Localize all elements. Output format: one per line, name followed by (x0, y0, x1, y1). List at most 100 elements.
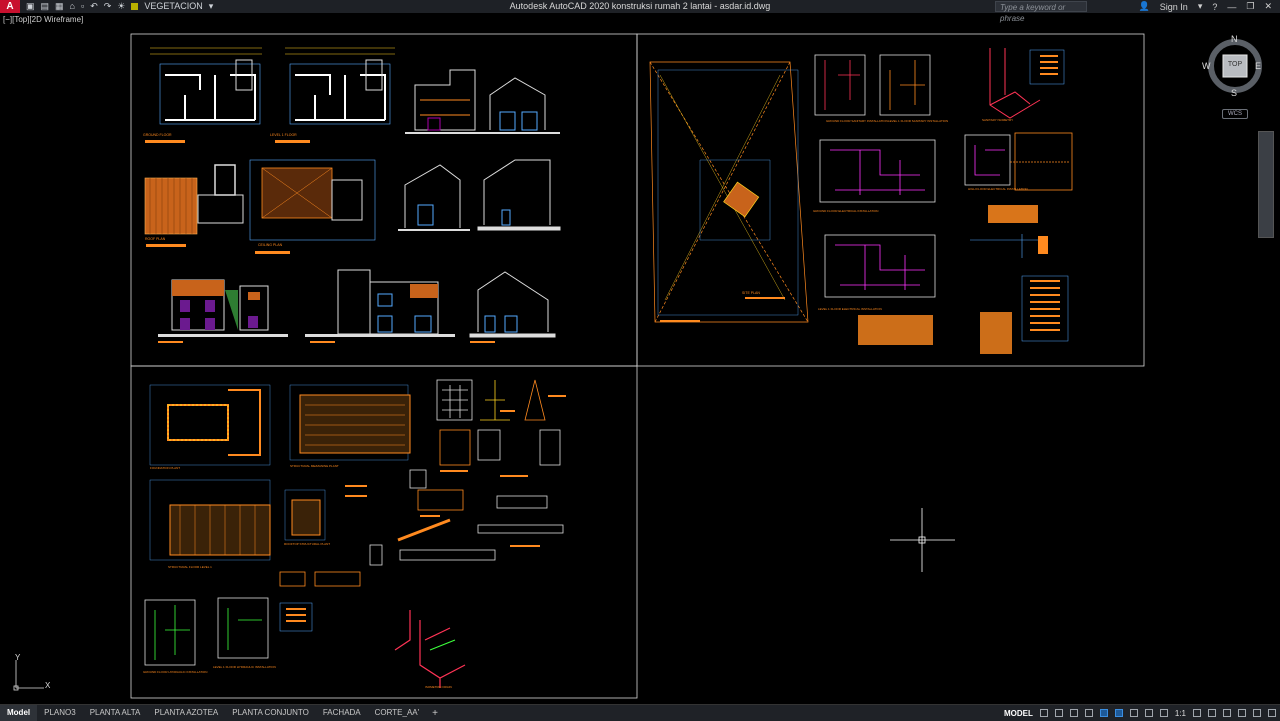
otrack-icon[interactable] (1114, 709, 1123, 717)
floor-plan-ground (159, 59, 261, 125)
isometric-drain (394, 610, 466, 688)
annotation-scale-value[interactable]: 1:1 (1175, 709, 1186, 718)
label-l1-hydraulic: LEVEL 1 FLOOR HYDRAULIC INSTALLATION (213, 665, 276, 669)
model-space-button[interactable]: MODEL (1004, 709, 1033, 718)
lineweight-icon[interactable] (1129, 709, 1138, 717)
clean-screen-icon[interactable] (1253, 709, 1261, 717)
quick-access-toolbar: ▣ ▤ ▦ ⌂ ▫ ↶ ↷ ☀ VEGETACION ▾ (20, 0, 213, 13)
floor-plan-level1 (289, 59, 391, 125)
search-input[interactable]: Type a keyword or phrase (995, 1, 1087, 23)
tab-planta-alta[interactable]: PLANTA ALTA (83, 705, 148, 721)
status-bar: Model PLANO3 PLANTA ALTA PLANTA AZOTEA P… (0, 704, 1280, 721)
label-hi-electrical: HIGH FLOOR ELECTRICAL INSTALLATION (968, 187, 1028, 191)
plus-icon[interactable] (1208, 709, 1216, 717)
ceiling-plan (249, 159, 376, 254)
viewcube[interactable]: N S E W TOP (1202, 34, 1264, 98)
new-icon[interactable]: ▣ (26, 0, 35, 13)
label-isometric-drain: ISOMETRIC DRAIN (425, 685, 452, 689)
rooftop-structural (284, 489, 326, 541)
polar-icon[interactable] (1084, 709, 1093, 717)
autocad-logo-button[interactable]: A (0, 0, 20, 13)
grid-icon[interactable] (1039, 709, 1048, 717)
navigation-bar[interactable] (1258, 131, 1274, 238)
tab-planta-azotea[interactable]: PLANTA AZOTEA (147, 705, 225, 721)
label-l1-electrical: LEVEL 1 FLOOR ELECTRICAL INSTALLATION (818, 307, 882, 311)
hydraulic-plans (144, 597, 269, 666)
sanitary-plans (814, 54, 931, 116)
label-structural-l1: STRUCTURAL FLOOR LEVEL 1 (168, 565, 212, 569)
facade-front (158, 279, 288, 337)
transparency-icon[interactable] (1144, 709, 1153, 717)
tab-fachada[interactable]: FACHADA (316, 705, 368, 721)
workspace-gear-icon[interactable] (1193, 709, 1201, 717)
user-icon[interactable]: 👤 (1139, 1, 1150, 12)
site-plan (649, 61, 809, 323)
section-c (398, 164, 470, 231)
saveas-icon[interactable]: ⌂ (70, 0, 75, 13)
label-gf-hydraulic: GROUND FLOOR HYDRAULIC INSTALLATION (143, 670, 207, 674)
label-level1-floor: LEVEL 1 FLOOR (270, 133, 297, 137)
label-sanitary-iso: SANITARY ISOMETRY (982, 118, 1013, 122)
drawing-canvas[interactable]: GROUND FLOOR LEVEL 1 FLOOR ROOF PLAN CEI… (0, 14, 1280, 704)
tab-corte-aa[interactable]: CORTE_AA' (368, 705, 427, 721)
facade-side (305, 269, 455, 337)
ortho-icon[interactable] (1069, 709, 1078, 717)
layer-dropdown[interactable]: VEGETACION (144, 0, 202, 13)
label-foundation: FOUNDATION PLANT (150, 466, 180, 470)
undo-icon[interactable]: ↶ (90, 0, 98, 13)
electrical-schedules (858, 205, 1069, 354)
label-l1-sanitary: LEVEL 1 FLOOR SANITARY INSTALLATION (888, 119, 948, 123)
facade-rear (469, 271, 556, 338)
open-icon[interactable]: ▤ (41, 0, 50, 13)
label-site-plan: SITE PLAN (742, 291, 760, 295)
add-layout-button[interactable]: + (426, 708, 444, 719)
customize-menu-icon[interactable] (1268, 709, 1276, 717)
chevron-down-icon[interactable]: ▾ (209, 0, 214, 13)
section-b (489, 77, 546, 131)
hydraulic-legend (279, 602, 313, 632)
dimension-ticks-top (150, 47, 395, 55)
viewcube-east[interactable]: E (1255, 61, 1261, 71)
label-ceiling-plan: CEILING PLAN (258, 243, 283, 247)
restore-icon[interactable]: ❐ (1246, 1, 1254, 12)
redo-icon[interactable]: ↷ (104, 0, 112, 13)
layer-color-swatch (131, 3, 139, 10)
minimize-icon[interactable]: — (1227, 2, 1236, 12)
help-icon[interactable]: ? (1212, 2, 1217, 12)
annotation-scale-icon[interactable] (1159, 709, 1168, 717)
ucs-y-label: Y (15, 653, 21, 662)
sanitary-isometry (989, 48, 1041, 119)
snap-icon[interactable] (1054, 709, 1063, 717)
section-d (477, 159, 561, 231)
ucs-x-label: X (45, 681, 51, 690)
layer-bulb-icon[interactable]: ☀ (117, 0, 125, 13)
electrical-plan-level1 (824, 234, 936, 298)
tab-model[interactable]: Model (0, 705, 38, 721)
osnap-icon[interactable] (1099, 709, 1108, 717)
label-rooftop-structural: ROOFTOP STRUCTURAL PLANT (284, 542, 330, 546)
label-gf-sanitary: GROUND FLOOR SANITARY INSTALLATION (826, 119, 888, 123)
electrical-high-floor (964, 132, 1073, 191)
label-roof-plan: ROOF PLAN (145, 237, 166, 241)
foundation-plan (149, 384, 271, 466)
isolate-icon[interactable] (1223, 709, 1231, 717)
tab-planta-conjunto[interactable]: PLANTA CONJUNTO (225, 705, 316, 721)
electrical-plan-ground (819, 139, 936, 203)
close-icon[interactable]: ✕ (1264, 1, 1272, 12)
viewcube-west[interactable]: W (1202, 61, 1211, 71)
ucs-icon (13, 660, 44, 691)
hardware-acceleration-icon[interactable] (1238, 709, 1246, 717)
title-bar: A ▣ ▤ ▦ ⌂ ▫ ↶ ↷ ☀ VEGETACION ▾ Autodesk … (0, 0, 1280, 23)
structural-mezzanine (289, 384, 411, 461)
sanitary-legend (1029, 49, 1065, 85)
tab-plano3[interactable]: PLANO3 (37, 705, 83, 721)
sign-in-button[interactable]: Sign In (1160, 2, 1188, 12)
viewcube-south[interactable]: S (1231, 88, 1237, 98)
plot-icon[interactable]: ▫ (81, 0, 84, 13)
viewcube-north[interactable]: N (1231, 34, 1238, 44)
save-icon[interactable]: ▦ (55, 0, 64, 13)
structural-level1 (149, 479, 271, 561)
wcs-dropdown[interactable]: WCS (1222, 109, 1248, 119)
viewcube-top-face[interactable]: TOP (1225, 61, 1245, 68)
cart-icon[interactable]: ▾ (1198, 1, 1203, 12)
